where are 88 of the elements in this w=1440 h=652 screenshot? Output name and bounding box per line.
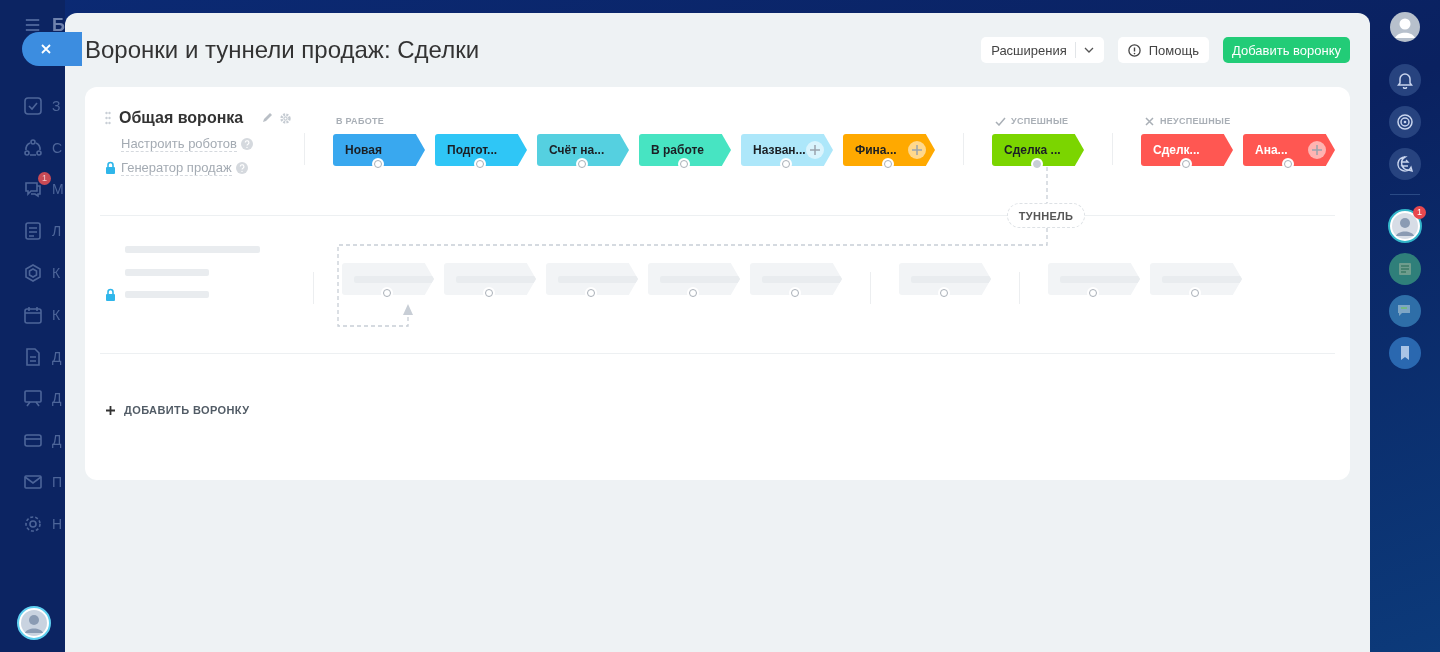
connection-point[interactable]	[374, 160, 382, 168]
page-title: Воронки и туннели продаж: Сделки	[85, 36, 481, 64]
close-icon	[40, 43, 52, 55]
plus-icon	[810, 145, 820, 155]
menu-item-label[interactable]: Д	[52, 390, 62, 407]
group-label: УСПЕШНЫЕ	[1011, 116, 1069, 126]
cycle-icon	[23, 137, 43, 158]
stage-chip[interactable]: Назван...	[741, 134, 833, 166]
counter-badge: 1	[1413, 206, 1426, 219]
menu-item-label[interactable]: К	[52, 306, 61, 323]
connection-point[interactable]	[791, 289, 799, 297]
stage-chip[interactable]: В работе	[639, 134, 731, 166]
tunnel-point[interactable]	[1033, 160, 1041, 168]
stage-chip[interactable]: Счёт на...	[537, 134, 629, 166]
file-icon	[23, 346, 43, 367]
connection-point[interactable]	[1284, 160, 1292, 168]
presentation-icon	[23, 388, 43, 409]
plus-icon	[106, 405, 115, 415]
add-stage-button[interactable]	[1308, 141, 1326, 159]
funnel-link[interactable]: Генератор продаж	[121, 159, 232, 176]
menu-item-label[interactable]: Д	[52, 432, 62, 449]
menu-item-label[interactable]: П	[52, 474, 63, 491]
lock-icon	[105, 161, 116, 174]
stage-chip[interactable]: Новая	[333, 134, 425, 166]
connection-point[interactable]	[587, 289, 595, 297]
menu-item-label[interactable]: Д	[52, 348, 62, 365]
group-label: НЕУСПЕШНЫЕ	[1160, 116, 1231, 126]
document-icon[interactable]	[1396, 260, 1414, 278]
menu-item-label[interactable]: Л	[52, 223, 62, 240]
calendar-icon	[23, 304, 43, 325]
connection-point[interactable]	[383, 289, 391, 297]
connection-point[interactable]	[689, 289, 697, 297]
chat-icon	[23, 179, 43, 200]
chevron-down-icon	[1083, 47, 1094, 53]
connection-point[interactable]	[680, 160, 688, 168]
menu-item-label[interactable]: К	[52, 265, 61, 282]
user-avatar[interactable]	[17, 606, 51, 640]
check-icon	[995, 116, 1006, 126]
add-funnel-link[interactable]: ДОБАВИТЬ ВОРОНКУ	[106, 404, 250, 416]
add-stage-button[interactable]	[806, 141, 824, 159]
stage-chip[interactable]: Фина...	[843, 134, 935, 166]
connection-point[interactable]	[1089, 289, 1097, 297]
document-icon	[23, 221, 43, 242]
logo-letter: Б	[52, 18, 65, 32]
settings-icon[interactable]	[279, 111, 293, 125]
cross-icon	[1144, 116, 1155, 126]
group-label: В РАБОТЕ	[336, 116, 385, 126]
chat-arrows-icon[interactable]	[1396, 155, 1414, 173]
settings-icon	[23, 513, 43, 534]
connection-point[interactable]	[884, 160, 892, 168]
target-icon[interactable]	[1396, 113, 1414, 131]
help-icon	[235, 161, 248, 174]
funnel-link[interactable]: Настроить роботов	[121, 135, 237, 152]
menu-icon[interactable]	[25, 18, 41, 32]
stage-chip[interactable]: Сделк...	[1141, 134, 1233, 166]
connection-point[interactable]	[1182, 160, 1190, 168]
extensions-dropdown[interactable]: Расширения	[981, 37, 1104, 63]
plus-icon	[1312, 145, 1322, 155]
bell-icon[interactable]	[1396, 71, 1414, 89]
add-stage-button[interactable]	[908, 141, 926, 159]
menu-item-label[interactable]: С	[52, 139, 63, 156]
menu-item-label[interactable]: Н	[52, 515, 63, 532]
checkbox-icon	[23, 95, 43, 116]
hexagon-icon	[23, 263, 43, 284]
add-funnel-button[interactable]: Добавить воронку	[1222, 37, 1350, 63]
help-icon	[240, 137, 253, 150]
counter-badge: 1	[38, 172, 51, 186]
lock-icon	[105, 288, 116, 301]
pencil-icon[interactable]	[261, 112, 274, 124]
menu-item-label[interactable]: З	[52, 97, 61, 114]
help-button[interactable]: Помощь	[1117, 37, 1209, 63]
funnel-name: Общая воронка	[119, 109, 244, 127]
user-avatar[interactable]	[1390, 12, 1420, 42]
close-button[interactable]	[22, 32, 82, 66]
stage-chip[interactable]: Подгот...	[435, 134, 527, 166]
connection-point[interactable]	[940, 289, 948, 297]
stage-chip[interactable]: Сделка ...	[992, 134, 1084, 166]
connection-point[interactable]	[578, 160, 586, 168]
menu-item-label[interactable]: М	[52, 181, 64, 198]
connection-point[interactable]	[1191, 289, 1199, 297]
plus-icon	[912, 145, 922, 155]
info-icon	[1127, 43, 1141, 57]
connection-point[interactable]	[782, 160, 790, 168]
connection-point[interactable]	[485, 289, 493, 297]
stage-chip[interactable]: Ана...	[1243, 134, 1335, 166]
connection-point[interactable]	[476, 160, 484, 168]
tunnel-label[interactable]: ТУННЕЛЬ	[1007, 203, 1085, 228]
drag-handle-icon	[105, 111, 111, 125]
